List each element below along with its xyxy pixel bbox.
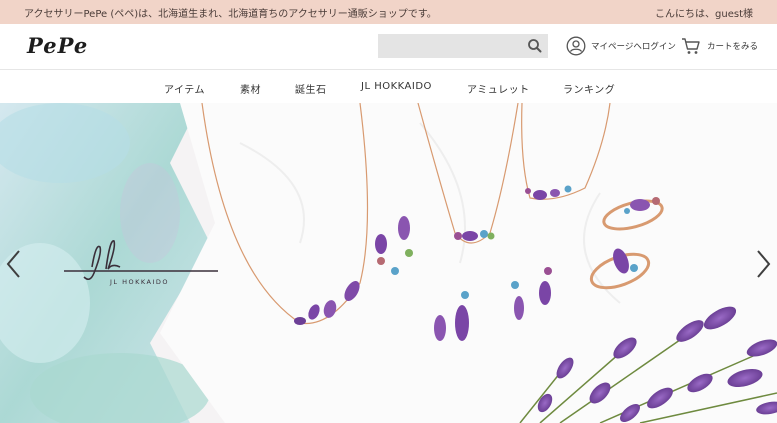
nav-item-jl-hokkaido[interactable]: JL HOKKAIDO	[361, 81, 432, 92]
mypage-login-link[interactable]: マイページへログイン	[566, 36, 676, 56]
search-icon	[528, 39, 542, 53]
search-input[interactable]	[378, 34, 522, 58]
shop-tagline: アクセサリーPePe (ペペ)は、北海道生まれ、北海道育ちのアクセサリー通販ショ…	[24, 9, 437, 20]
search-box	[378, 34, 548, 58]
user-greeting: こんにちは、guest様	[655, 9, 753, 20]
announcement-bar: アクセサリーPePe (ペペ)は、北海道生まれ、北海道育ちのアクセサリー通販ショ…	[0, 0, 777, 24]
cart-link[interactable]: カートをみる	[681, 36, 758, 56]
hero-banner[interactable]: JL HOKKAIDO	[0, 103, 777, 423]
search-button[interactable]	[526, 37, 544, 55]
nav-item-amulet[interactable]: アミュレット	[467, 81, 530, 96]
site-header: PePe マイページへログイン カートをみる	[0, 24, 777, 70]
slider-prev-button[interactable]	[4, 248, 24, 280]
nav-item-birthstone[interactable]: 誕生石	[295, 81, 327, 96]
cart-icon	[682, 38, 700, 54]
site-logo[interactable]: PePe	[27, 33, 88, 58]
nav-item-ranking[interactable]: ランキング	[563, 81, 615, 96]
chevron-right-icon	[757, 250, 771, 278]
nav-item-materials[interactable]: 素材	[240, 81, 261, 96]
chevron-left-icon	[6, 250, 20, 278]
user-circle-icon	[566, 36, 586, 56]
main-nav: アイテム 素材 誕生石 JL HOKKAIDO アミュレット ランキング	[0, 71, 777, 103]
mypage-label: マイページへログイン	[591, 42, 676, 52]
nav-item-items[interactable]: アイテム	[164, 81, 205, 96]
cart-label: カートをみる	[707, 42, 759, 52]
slider-next-button[interactable]	[753, 248, 773, 280]
jl-hokkaido-caption: JL HOKKAIDO	[110, 278, 170, 286]
